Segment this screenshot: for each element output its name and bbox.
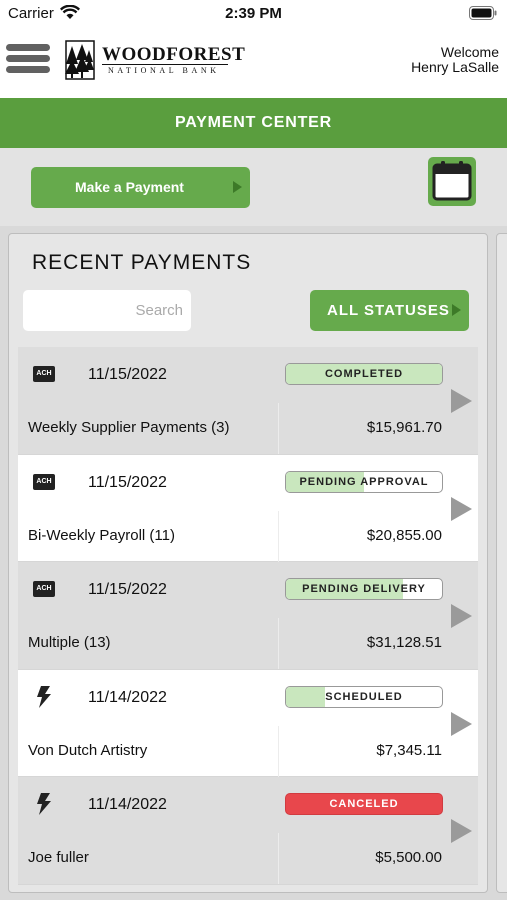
status-badge: PENDING APPROVAL [285,470,443,493]
logo-rule [102,64,228,65]
page-title: PAYMENT CENTER [0,98,507,148]
action-area: Make a Payment [0,148,507,226]
status-label: PENDING APPROVAL [299,475,429,488]
payment-list: ACH 11/15/2022 COMPLETED Weekly Supplier Pa… [18,347,478,886]
logo-wordmark: WOODFOREST [102,44,246,65]
row-divider [278,833,279,885]
status-label: COMPLETED [324,368,404,380]
chevron-right-icon[interactable] [451,711,472,736]
next-card-peek[interactable] [496,233,507,893]
woodforest-logo: WOODFOREST NATIONAL BANK [62,40,245,82]
ach-icon: ACH [33,581,55,598]
payment-row[interactable]: ACH 11/15/2022 PENDING APPROVAL Bi-Weekly P… [18,454,478,563]
row-divider [278,510,279,562]
status-badge: COMPLETED [285,363,443,385]
row-divider [278,403,279,454]
chevron-right-icon[interactable] [451,604,472,629]
payment-date: 11/15/2022 [88,473,167,491]
make-payment-button[interactable]: Make a Payment [31,167,250,208]
welcome-block: Welcome Henry LaSalle [411,45,499,75]
user-name: Henry LaSalle [411,59,499,75]
payment-amount: $7,345.11 [376,741,442,759]
welcome-label: Welcome [440,44,499,60]
hamburger-menu-icon[interactable] [6,44,50,76]
payment-name: Weekly Supplier Payments (3) [28,419,230,436]
make-payment-label: Make a Payment [75,179,184,195]
recent-payments-card: RECENT PAYMENTS ALL STATUSES ACH 11/15/20… [8,233,488,893]
recent-payments-title: RECENT PAYMENTS [32,251,252,274]
payment-amount: $20,855.00 [366,526,442,544]
calendar-button[interactable] [428,157,476,206]
row-divider [278,618,279,670]
lightning-bolt-icon [37,793,51,816]
status-label: PENDING DELIVERY [302,583,426,596]
ach-icon: ACH [33,473,55,490]
status-label: CANCELED [329,798,399,811]
payment-amount: $31,128.51 [366,634,442,652]
payment-amount: $15,961.70 [366,419,442,436]
payment-row[interactable]: ACH 11/15/2022 PENDING DELIVERY Multiple (1… [18,562,478,670]
status-badge: CANCELED [285,793,443,816]
payment-name: Joe fuller [28,849,89,867]
arrow-right-icon [233,181,242,193]
chevron-right-icon[interactable] [451,496,472,521]
payment-date: 11/14/2022 [88,688,167,706]
payment-amount: $5,500.00 [375,849,442,867]
payment-name: Von Dutch Artistry [28,741,148,759]
app-header: WOODFOREST NATIONAL BANK Welcome Henry L… [0,28,507,98]
chevron-right-icon[interactable] [451,819,472,844]
ach-icon: ACH [33,366,55,382]
tree-logo-icon [65,40,95,80]
search-input[interactable] [23,290,191,331]
payment-name: Bi-Weekly Payroll (11) [28,526,175,544]
status-badge: SCHEDULED [285,685,443,708]
calendar-icon [432,161,472,201]
payment-date: 11/15/2022 [88,366,167,383]
status-bar: Carrier 2:39 PM [0,0,507,28]
lightning-bolt-icon [37,685,51,708]
chevron-right-icon[interactable] [451,389,472,413]
payment-date: 11/14/2022 [88,796,167,814]
status-time: 2:39 PM [225,5,282,22]
logo-subtext: NATIONAL BANK [108,66,220,75]
payment-row[interactable]: ACH 11/15/2022 COMPLETED Weekly Supplier Pa… [18,347,478,455]
all-statuses-filter-button[interactable]: ALL STATUSES [310,290,469,331]
row-divider [278,725,279,777]
all-statuses-label: ALL STATUSES [327,302,450,319]
battery-icon [469,6,497,20]
payment-row[interactable]: 11/14/2022 SCHEDULED Von Dutch Artistry $7,… [18,669,478,778]
status-badge: PENDING DELIVERY [285,578,443,601]
payment-date: 11/15/2022 [88,581,167,599]
payment-name: Multiple (13) [28,634,111,652]
status-label: SCHEDULED [325,690,403,703]
arrow-right-icon [452,304,461,316]
payment-row[interactable]: 11/14/2022 CANCELED Joe fuller $5,500.00 [18,777,478,885]
